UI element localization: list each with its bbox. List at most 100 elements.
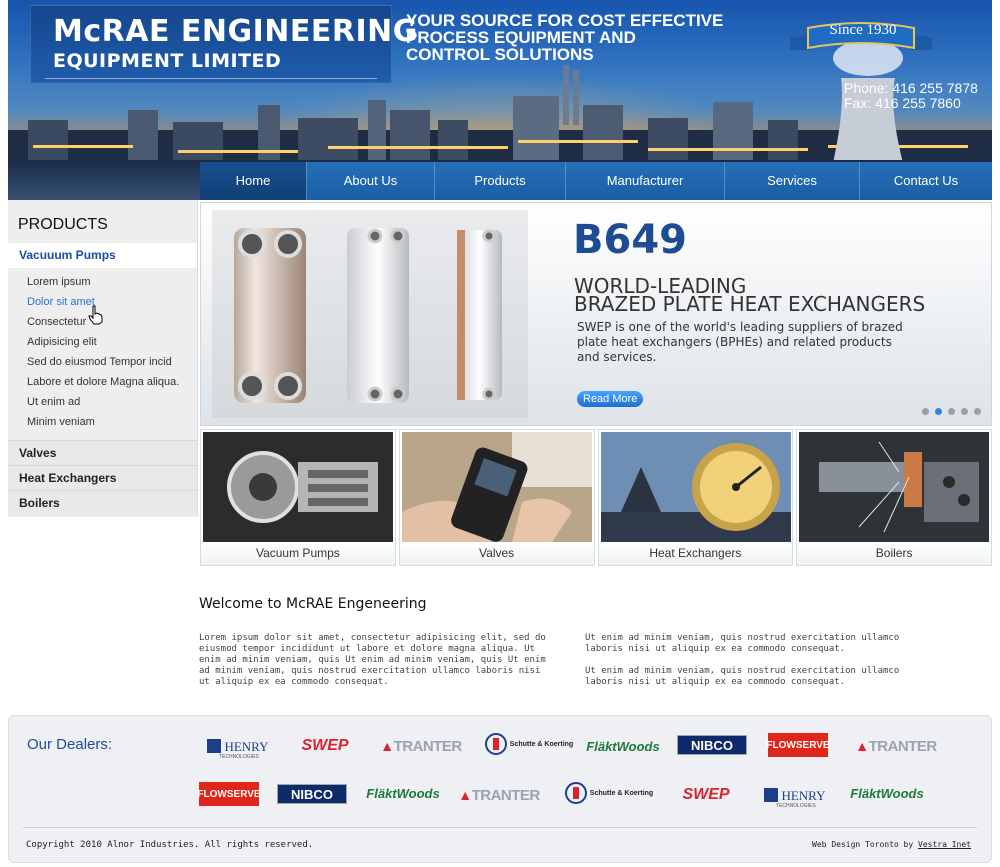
- dealer-logo-schutte-koerting[interactable]: Schutte & Koerting: [563, 780, 655, 806]
- tagline: YOUR SOURCE FOR COST EFFECTIVE PROCESS E…: [406, 12, 766, 63]
- slider-dot[interactable]: [922, 408, 929, 415]
- dealer-logo-schutte-koerting[interactable]: Schutte & Koerting: [483, 731, 575, 757]
- slider-pagination: [922, 408, 981, 415]
- dealer-logo-text: TRANTER: [393, 737, 463, 755]
- page: McRAE ENGINEERING EQUIPMENT LIMITED YOUR…: [0, 0, 1000, 867]
- nav-contact-us[interactable]: Contact Us: [859, 162, 992, 200]
- dealer-logo-swep[interactable]: SWEP: [675, 782, 737, 808]
- nav-services[interactable]: Services: [724, 162, 859, 200]
- vacuum-pump-image: [203, 432, 393, 542]
- welcome-text-column-1: Lorem ipsum dolor sit amet, consectetur …: [199, 633, 546, 687]
- sidebar-category-label: Heat Exchangers: [19, 471, 117, 485]
- tagline-line-2: PROCESS EQUIPMENT AND: [406, 28, 636, 47]
- dealer-logo-tranter[interactable]: ▲ TRANTER: [852, 733, 940, 759]
- dealer-logo-flaktwoods[interactable]: FläktWoods: [850, 780, 923, 806]
- slide-description: SWEP is one of the world's leading suppl…: [577, 320, 903, 364]
- dealer-logo-text: HENRY: [224, 738, 269, 754]
- read-more-button[interactable]: Read More: [577, 391, 644, 407]
- hand-cursor-icon: [88, 305, 103, 325]
- dealer-logo-henry[interactable]: HENRY TECHNOLOGIES: [756, 782, 834, 809]
- slider-dot[interactable]: [974, 408, 981, 415]
- dealer-logo-flaktwoods[interactable]: FläktWoods: [586, 733, 659, 759]
- sidebar-category-label: Valves: [19, 446, 57, 460]
- contact-info: Phone: 416 255 7878 Fax: 416 255 7860: [844, 81, 978, 111]
- sidebar-category-label: Vacuuum Pumps: [19, 248, 116, 262]
- dealer-logo-flowserve[interactable]: FLOWSERVE: [766, 733, 830, 757]
- dealer-logo-nibco[interactable]: NIBCO: [277, 784, 347, 804]
- dealers-section: Our Dealers: HENRY TECHNOLOGIES SWEP ▲ TR…: [8, 715, 992, 863]
- tile-valves[interactable]: Valves: [398, 429, 595, 566]
- nav-products[interactable]: Products: [434, 162, 565, 200]
- products-sidebar: PRODUCTS Vacuuum Pumps Lorem ipsum Dolor…: [8, 200, 198, 517]
- dealer-logo-tranter[interactable]: ▲ TRANTER: [377, 733, 465, 759]
- logo[interactable]: McRAE ENGINEERING EQUIPMENT LIMITED: [30, 5, 417, 83]
- hero-slider: B649 WORLD-LEADING BRAZED PLATE HEAT EXC…: [200, 202, 992, 426]
- welcome-paragraph: Ut enim ad minim veniam, quis nostrud ex…: [585, 666, 900, 687]
- tile-label: Boilers: [797, 542, 991, 565]
- dealer-logo-tranter[interactable]: ▲ TRANTER: [455, 782, 543, 808]
- henry-sub-text: TECHNOLOGIES: [776, 803, 816, 809]
- credit-link[interactable]: Vestra Inet: [918, 840, 971, 849]
- henry-sub-text: TECHNOLOGIES: [219, 754, 259, 760]
- sidebar-category-heat-exchangers[interactable]: Heat Exchangers: [8, 465, 197, 490]
- sidebar-subitem[interactable]: Minim veniam: [27, 416, 95, 428]
- sidebar-category-vacuum-pumps[interactable]: Vacuuum Pumps: [8, 243, 197, 268]
- slide-headline: WORLD-LEADING BRAZED PLATE HEAT EXCHANGE…: [574, 276, 926, 316]
- tagline-line-1: YOUR SOURCE FOR COST EFFECTIVE: [406, 11, 724, 30]
- nav-about-us[interactable]: About Us: [306, 162, 434, 200]
- tile-label: Heat Exchangers: [598, 542, 793, 565]
- dealer-logo-swep[interactable]: SWEP: [294, 733, 356, 759]
- henry-mark-icon: [764, 788, 779, 802]
- slider-dot-active[interactable]: [935, 408, 942, 415]
- tranter-triangle-icon: ▲: [855, 738, 869, 754]
- category-tiles: Vacuum Pumps Valves Heat Exchangers Boil…: [200, 429, 992, 566]
- welcome-paragraph: Ut enim ad minim veniam, quis nostrud ex…: [585, 633, 900, 654]
- tagline-line-3: CONTROL SOLUTIONS: [406, 45, 594, 64]
- slider-dot[interactable]: [948, 408, 955, 415]
- tile-heat-exchangers[interactable]: Heat Exchangers: [597, 429, 794, 566]
- schutte-mark-inner: [572, 787, 579, 799]
- dealer-logo-text: TRANTER: [868, 737, 938, 755]
- slide-headline-line-2: BRAZED PLATE HEAT EXCHANGERS: [574, 292, 926, 316]
- dealer-logo-henry[interactable]: HENRY TECHNOLOGIES: [199, 733, 277, 760]
- sidebar-category-boilers[interactable]: Boilers: [8, 490, 197, 515]
- main-nav: Home About Us Products Manufacturer Serv…: [200, 162, 992, 200]
- sidebar-subitem[interactable]: Lorem ipsum: [27, 276, 91, 288]
- sidebar-subitem[interactable]: Adipisicing elit: [27, 336, 97, 348]
- nav-home[interactable]: Home: [200, 162, 306, 200]
- dealer-logo-flowserve[interactable]: FLOWSERVE: [197, 782, 261, 806]
- schutte-koerting-mark-icon: [484, 733, 507, 755]
- pressure-gauge-image: [600, 432, 791, 542]
- dealer-logo-nibco[interactable]: NIBCO: [677, 735, 747, 755]
- tranter-triangle-icon: ▲: [458, 787, 472, 803]
- welcome-heading: Welcome to McRAE Engeneering: [199, 596, 427, 612]
- design-credit: Web Design Toronto by Vestra Inet: [812, 840, 971, 849]
- copyright-text: Copyright 2010 Alnor Industries. All rig…: [26, 840, 314, 850]
- fax-number: Fax: 416 255 7860: [844, 95, 961, 111]
- tile-boilers[interactable]: Boilers: [796, 429, 992, 566]
- dealer-logo-text: Schutte & Koerting: [509, 740, 574, 748]
- tranter-triangle-icon: ▲: [380, 738, 394, 754]
- schutte-koerting-mark-icon: [564, 782, 587, 804]
- sidebar-subitem[interactable]: Sed do eiusmod Tempor incid: [27, 356, 172, 368]
- since-label: Since 1930: [829, 22, 897, 38]
- dealer-logo-text: Schutte & Koerting: [589, 789, 654, 797]
- sidebar-category-valves[interactable]: Valves: [8, 440, 197, 465]
- sidebar-subitem[interactable]: Consectetur: [27, 316, 86, 328]
- dealer-logo-flaktwoods[interactable]: FläktWoods: [366, 780, 439, 806]
- heat-exchanger-product-image: [212, 210, 528, 418]
- slider-dot[interactable]: [961, 408, 968, 415]
- schutte-mark-inner: [492, 738, 499, 750]
- sidebar-subitem-hovered[interactable]: Dolor sit amet: [27, 296, 95, 308]
- sidebar-subitem[interactable]: Ut enim ad: [27, 396, 80, 408]
- footer-divider: [23, 827, 977, 828]
- phone-number: Phone: 416 255 7878: [844, 80, 978, 96]
- sidebar-title: PRODUCTS: [18, 216, 108, 233]
- nav-manufacturer[interactable]: Manufacturer: [565, 162, 724, 200]
- logo-title: McRAE ENGINEERING: [53, 14, 418, 49]
- sidebar-subitem[interactable]: Labore et dolore Magna aliqua.: [27, 376, 179, 388]
- slide-model-title: B649: [573, 217, 687, 263]
- dealer-logo-text: HENRY: [781, 787, 826, 803]
- tile-vacuum-pumps[interactable]: Vacuum Pumps: [200, 429, 396, 566]
